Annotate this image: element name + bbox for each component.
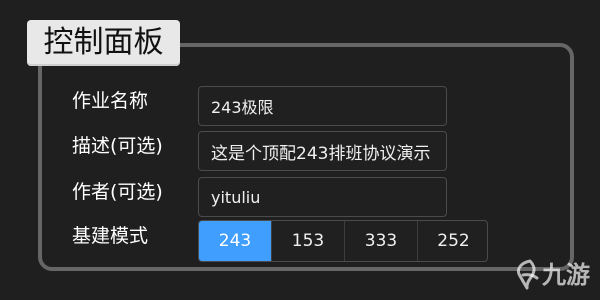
job-name-row: 作业名称 (72, 85, 502, 126)
panel-title: 控制面板 (27, 20, 180, 66)
jiuyou-watermark-text: 九游 (542, 261, 590, 289)
author-input[interactable] (198, 177, 447, 217)
author-label: 作者(可选) (72, 181, 163, 203)
build-mode-row: 基建模式 243 153 333 252 (72, 220, 502, 262)
description-row: 描述(可选) (72, 130, 502, 171)
build-mode-option-333[interactable]: 333 (345, 221, 418, 261)
build-mode-label: 基建模式 (72, 225, 149, 247)
jiuyou-logo-icon (516, 259, 539, 290)
control-panel-screen: 控制面板 作业名称 描述(可选) 作者(可选) 基建模式 243 153 333… (0, 0, 600, 300)
build-mode-option-153[interactable]: 153 (272, 221, 345, 261)
job-name-input[interactable] (198, 86, 447, 126)
author-row: 作者(可选) (72, 176, 502, 217)
jiuyou-watermark: 九游 (512, 258, 596, 294)
description-input[interactable] (198, 131, 447, 171)
build-mode-option-243[interactable]: 243 (199, 221, 272, 261)
build-mode-segmented-control[interactable]: 243 153 333 252 (198, 220, 488, 262)
job-name-label: 作业名称 (72, 90, 149, 112)
build-mode-option-252[interactable]: 252 (418, 221, 487, 261)
description-label: 描述(可选) (72, 135, 163, 157)
